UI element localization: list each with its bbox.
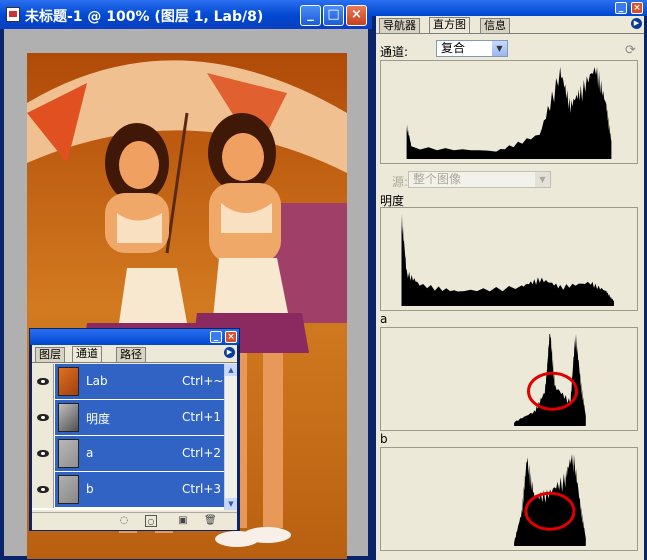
histogram-a xyxy=(380,327,638,431)
histogram-lightness xyxy=(380,207,638,311)
trash-icon[interactable]: 🗑 xyxy=(204,515,217,527)
document-title: 未标题-1 @ 100% (图层 1, Lab/8) xyxy=(25,9,264,25)
histogram-b xyxy=(380,447,638,551)
tab-channels[interactable]: 通道 xyxy=(72,346,102,362)
channel-name: b xyxy=(86,482,94,496)
source-select: 整个图像 ▼ xyxy=(408,171,551,188)
channel-name: a xyxy=(86,446,94,460)
channel-row-lightness[interactable]: 明度 Ctrl+1 xyxy=(32,400,224,437)
channel-row-a[interactable]: a Ctrl+2 xyxy=(32,436,224,473)
histogram-composite xyxy=(380,60,638,164)
load-selection-icon[interactable]: ◌ xyxy=(118,515,130,527)
canvas-area[interactable]: _ × 图层 通道 路径 ▶ Lab Ctrl+~ 明度 Ctrl+1 a Ct… xyxy=(4,29,368,559)
histogram-graph xyxy=(406,67,612,159)
channel-row-b[interactable]: b Ctrl+3 xyxy=(32,472,224,509)
photoshop-document-icon xyxy=(6,7,20,22)
histogram-bars xyxy=(406,67,612,159)
channel-label: 通道: xyxy=(380,45,409,59)
channel-list-scrollbar[interactable]: ▲ ▼ xyxy=(224,364,237,510)
source-label: 源: xyxy=(392,175,409,189)
histogram-label-b: b xyxy=(380,432,388,446)
histogram-palette-tabs: 导航器 直方图 信息 ▶ xyxy=(376,16,644,34)
visibility-eye-icon[interactable] xyxy=(32,400,54,436)
chevron-down-icon: ▼ xyxy=(535,172,550,187)
save-selection-icon[interactable]: ○ xyxy=(145,515,157,527)
palette-close-button[interactable]: × xyxy=(631,2,643,14)
channel-shortcut: Ctrl+2 xyxy=(182,446,222,460)
histogram-palette: _ × 导航器 直方图 信息 ▶ 通道: 复合 ▼ ⟳ 源: 整个图像 ▼ 明度… xyxy=(372,0,647,560)
tab-info[interactable]: 信息 xyxy=(480,18,510,33)
refresh-icon[interactable]: ⟳ xyxy=(625,43,636,58)
palette-menu-arrow-icon[interactable]: ▶ xyxy=(631,18,642,29)
palette-close-button[interactable]: × xyxy=(225,331,237,343)
histogram-graph xyxy=(401,214,614,306)
minimize-button[interactable]: _ xyxy=(300,5,321,26)
histogram-graph xyxy=(514,454,586,546)
channels-palette-title-bar[interactable]: _ × xyxy=(30,329,239,345)
channel-shortcut: Ctrl+3 xyxy=(182,482,222,496)
channel-thumbnail xyxy=(58,403,79,432)
scroll-up-icon[interactable]: ▲ xyxy=(225,364,237,376)
maximize-button[interactable]: □ xyxy=(323,5,344,26)
histogram-palette-title-bar[interactable]: _ × xyxy=(372,0,647,16)
channel-shortcut: Ctrl+~ xyxy=(182,374,224,388)
new-channel-icon[interactable]: ▣ xyxy=(177,515,189,527)
channel-thumbnail xyxy=(58,367,79,396)
histogram-graph xyxy=(514,334,586,426)
palette-minimize-button[interactable]: _ xyxy=(615,2,627,14)
document-window: 未标题-1 @ 100% (图层 1, Lab/8) _ □ × _ × 图层 … xyxy=(0,0,372,560)
channel-thumbnail xyxy=(58,475,79,504)
histogram-label-a: a xyxy=(380,312,388,326)
channel-row-lab[interactable]: Lab Ctrl+~ xyxy=(32,364,224,401)
channel-shortcut: Ctrl+1 xyxy=(182,410,222,424)
visibility-eye-icon[interactable] xyxy=(32,436,54,472)
visibility-eye-icon[interactable] xyxy=(32,364,54,400)
scroll-down-icon[interactable]: ▼ xyxy=(225,498,237,510)
palette-minimize-button[interactable]: _ xyxy=(210,331,222,343)
channels-palette-tabs: 图层 通道 路径 ▶ xyxy=(32,345,237,363)
tab-paths[interactable]: 路径 xyxy=(116,347,146,362)
chevron-down-icon: ▼ xyxy=(492,41,507,56)
channel-list: Lab Ctrl+~ 明度 Ctrl+1 a Ctrl+2 b Ctrl+3 xyxy=(32,364,224,510)
channel-name: 明度 xyxy=(86,412,111,426)
channel-select[interactable]: 复合 ▼ xyxy=(436,40,508,57)
channel-select-value: 复合 xyxy=(441,41,466,55)
tab-layers[interactable]: 图层 xyxy=(35,347,65,362)
histogram-bars xyxy=(514,454,586,546)
histogram-bars xyxy=(514,334,586,426)
channel-thumbnail xyxy=(58,439,79,468)
channel-name: Lab xyxy=(86,374,108,388)
document-title-bar[interactable]: 未标题-1 @ 100% (图层 1, Lab/8) _ □ × xyxy=(0,0,372,29)
palette-menu-arrow-icon[interactable]: ▶ xyxy=(224,347,235,358)
close-button[interactable]: × xyxy=(346,5,367,26)
channels-palette: _ × 图层 通道 路径 ▶ Lab Ctrl+~ 明度 Ctrl+1 a Ct… xyxy=(29,328,240,531)
visibility-eye-icon[interactable] xyxy=(32,472,54,508)
tab-navigator[interactable]: 导航器 xyxy=(379,18,420,33)
histogram-bars xyxy=(401,214,614,306)
source-select-value: 整个图像 xyxy=(413,172,462,186)
tab-histogram[interactable]: 直方图 xyxy=(429,17,470,33)
channels-palette-footer: ◌ ○ ▣ 🗑 xyxy=(32,512,237,530)
